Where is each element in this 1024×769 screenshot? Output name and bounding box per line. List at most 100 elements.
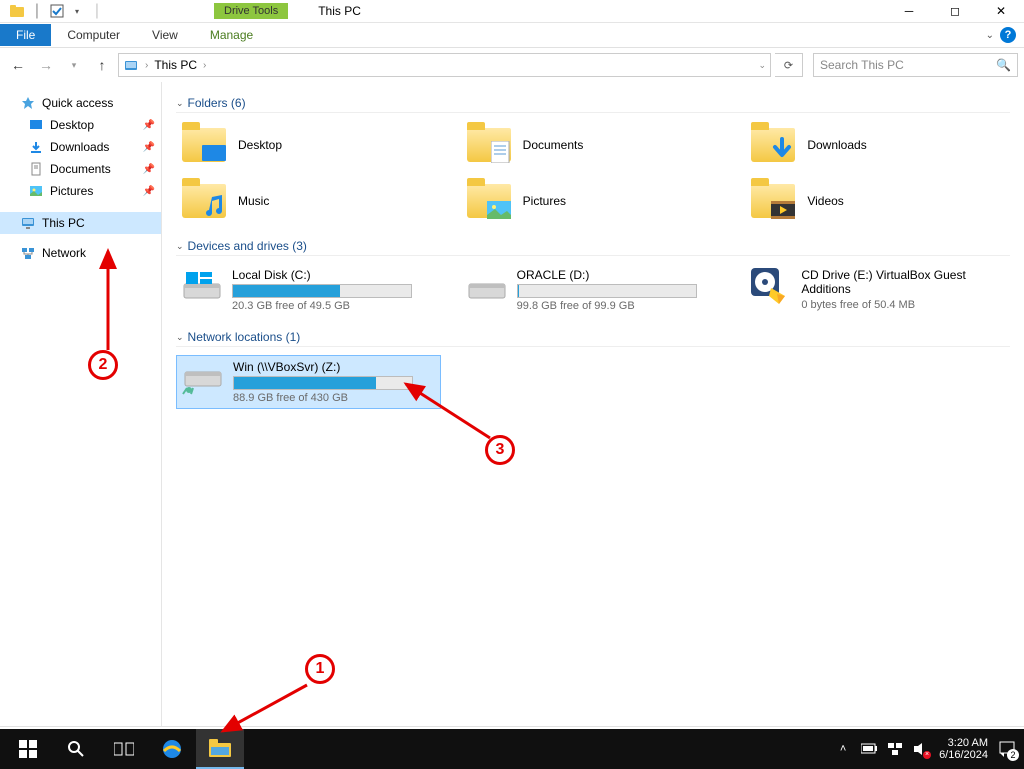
folder-icon xyxy=(180,125,228,165)
collapse-icon: ⌄ xyxy=(176,241,184,252)
qat-checkbox-icon[interactable] xyxy=(48,2,66,20)
folder-music[interactable]: Music xyxy=(176,177,441,225)
minimize-button[interactable]: ─ xyxy=(886,0,932,23)
search-box[interactable]: 🔍 xyxy=(813,53,1018,77)
sidebar-this-pc[interactable]: This PC xyxy=(0,212,161,234)
drive-oracle-d[interactable]: ORACLE (D:) 99.8 GB free of 99.9 GB xyxy=(461,264,726,316)
network-icon xyxy=(20,245,36,261)
drive-name: Win (\\VBoxSvr) (Z:) xyxy=(233,360,436,374)
tray-clock[interactable]: 3:20 AM 6/16/2024 xyxy=(939,737,988,761)
downloads-icon xyxy=(28,139,44,155)
sidebar-label: Quick access xyxy=(42,96,113,110)
tab-view[interactable]: View xyxy=(136,24,194,46)
start-button[interactable] xyxy=(4,729,52,769)
tab-manage[interactable]: Manage xyxy=(194,24,269,46)
section-title: Folders (6) xyxy=(188,96,246,110)
tray-overflow-icon[interactable]: ˄ xyxy=(835,741,851,757)
folder-label: Pictures xyxy=(523,194,566,208)
breadcrumb-this-pc[interactable]: This PC xyxy=(154,58,197,72)
folder-icon xyxy=(749,125,797,165)
taskbar-ie-button[interactable] xyxy=(148,729,196,769)
ribbon-collapse-icon[interactable]: ⌄ xyxy=(986,30,994,41)
back-button[interactable]: ← xyxy=(6,53,30,77)
tab-computer[interactable]: Computer xyxy=(51,24,136,46)
drive-cd-e[interactable]: CD Drive (E:) VirtualBox Guest Additions… xyxy=(745,264,1010,316)
sidebar-item-downloads[interactable]: Downloads 📌 xyxy=(0,136,161,158)
search-input[interactable] xyxy=(820,58,996,72)
folder-label: Downloads xyxy=(807,138,866,152)
pin-icon: 📌 xyxy=(143,164,155,175)
navigation-pane: Quick access Desktop 📌 Downloads 📌 Docum… xyxy=(0,82,162,726)
drive-local-c[interactable]: Local Disk (C:) 20.3 GB free of 49.5 GB xyxy=(176,264,441,316)
folder-pictures[interactable]: Pictures xyxy=(461,177,726,225)
annotation-3-arrow xyxy=(398,378,493,443)
help-icon[interactable]: ? xyxy=(1000,27,1016,43)
content-pane: ⌄ Folders (6) Desktop Documents Download… xyxy=(162,82,1024,726)
location-icon xyxy=(123,57,139,73)
collapse-icon: ⌄ xyxy=(176,98,184,109)
qat-separator: | xyxy=(28,2,46,20)
folder-documents[interactable]: Documents xyxy=(461,121,726,169)
annotation-3: 3 xyxy=(485,435,515,465)
folder-icon xyxy=(749,181,797,221)
section-title: Network locations (1) xyxy=(188,330,301,344)
titlebar: | ▾ | Drive Tools This PC ─ ◻ ✕ xyxy=(0,0,1024,23)
drive-name: ORACLE (D:) xyxy=(517,268,722,282)
folder-label: Music xyxy=(238,194,269,208)
drive-icon xyxy=(465,268,509,304)
maximize-button[interactable]: ◻ xyxy=(932,0,978,23)
up-button[interactable]: ↑ xyxy=(90,53,114,77)
taskbar-search-button[interactable] xyxy=(52,729,100,769)
sidebar-network[interactable]: Network xyxy=(0,242,161,264)
star-icon xyxy=(20,95,36,111)
search-icon[interactable]: 🔍 xyxy=(996,58,1011,72)
tray-battery-icon[interactable] xyxy=(861,741,877,757)
sidebar-item-desktop[interactable]: Desktop 📌 xyxy=(0,114,161,136)
notif-badge: 2 xyxy=(1007,749,1019,761)
annotation-1: 1 xyxy=(305,654,335,684)
folder-icon xyxy=(465,181,513,221)
folder-label: Documents xyxy=(523,138,584,152)
section-title: Devices and drives (3) xyxy=(188,239,307,253)
forward-button[interactable]: → xyxy=(34,53,58,77)
address-bar[interactable]: › This PC › ⌄ xyxy=(118,53,771,77)
contextual-tab-label: Drive Tools xyxy=(214,3,288,19)
drive-usage-bar xyxy=(233,376,413,390)
folder-desktop[interactable]: Desktop xyxy=(176,121,441,169)
sidebar-item-label: This PC xyxy=(42,216,85,230)
sidebar-quick-access[interactable]: Quick access xyxy=(0,92,161,114)
folder-videos[interactable]: Videos xyxy=(745,177,1010,225)
section-drives-header[interactable]: ⌄ Devices and drives (3) xyxy=(176,239,1010,256)
annotation-1-arrow xyxy=(215,683,310,738)
this-pc-icon xyxy=(20,215,36,231)
drive-free-space: 20.3 GB free of 49.5 GB xyxy=(232,300,437,312)
sidebar-item-pictures[interactable]: Pictures 📌 xyxy=(0,180,161,202)
drive-name: Local Disk (C:) xyxy=(232,268,437,282)
section-network-header[interactable]: ⌄ Network locations (1) xyxy=(176,330,1010,347)
tray-volume-icon[interactable]: × xyxy=(913,741,929,757)
sidebar-item-label: Network xyxy=(42,246,86,260)
address-dropdown-icon[interactable]: ⌄ xyxy=(758,60,766,71)
sidebar-item-documents[interactable]: Documents 📌 xyxy=(0,158,161,180)
section-folders-header[interactable]: ⌄ Folders (6) xyxy=(176,96,1010,113)
tray-network-icon[interactable] xyxy=(887,741,903,757)
action-center-button[interactable]: 2 xyxy=(998,740,1016,758)
qat-dropdown-icon[interactable]: ▾ xyxy=(68,2,86,20)
drive-usage-bar xyxy=(232,284,412,298)
drive-free-space: 99.8 GB free of 99.9 GB xyxy=(517,300,722,312)
recent-dropdown[interactable]: ▾ xyxy=(62,53,86,77)
pin-icon: 📌 xyxy=(143,186,155,197)
window-title: This PC xyxy=(318,4,361,18)
pictures-icon xyxy=(28,183,44,199)
close-button[interactable]: ✕ xyxy=(978,0,1024,23)
folder-label: Desktop xyxy=(238,138,282,152)
task-view-button[interactable] xyxy=(100,729,148,769)
folder-downloads[interactable]: Downloads xyxy=(745,121,1010,169)
pin-icon: 📌 xyxy=(143,120,155,131)
cd-drive-icon xyxy=(749,268,793,304)
collapse-icon: ⌄ xyxy=(176,332,184,343)
folder-icon xyxy=(180,181,228,221)
documents-icon xyxy=(28,161,44,177)
refresh-button[interactable]: ⟳ xyxy=(775,53,803,77)
tab-file[interactable]: File xyxy=(0,24,51,46)
